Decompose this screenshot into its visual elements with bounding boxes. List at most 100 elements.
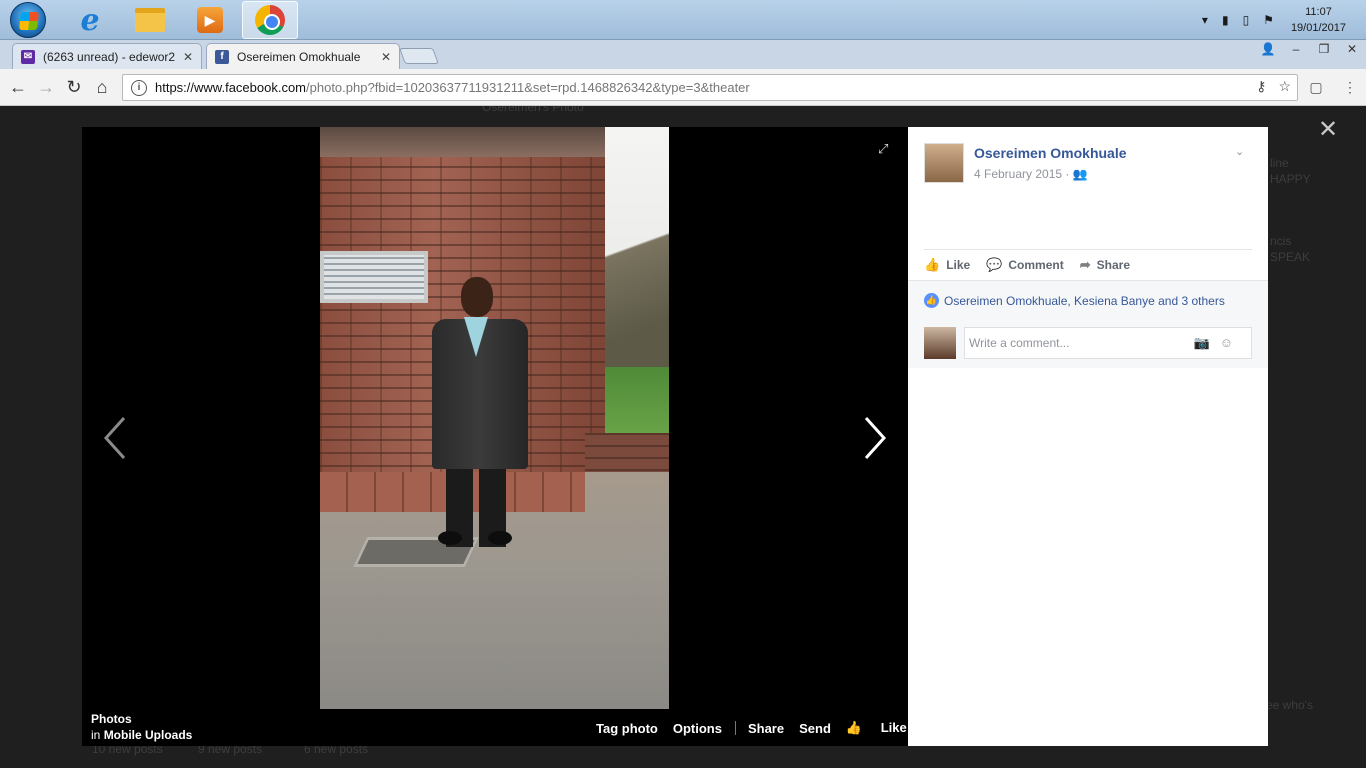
internet-explorer-icon: e (80, 2, 100, 38)
previous-photo-button[interactable] (100, 413, 130, 463)
camera-icon[interactable]: 📷 (1194, 335, 1220, 350)
share-arrow-icon: ➦ (1079, 257, 1091, 272)
profile-icon[interactable]: 👤 (1254, 40, 1282, 58)
comment-label: Comment (1008, 258, 1064, 272)
next-photo-button[interactable] (860, 413, 890, 463)
browser-toolbar: ← → ↻ ⌂ i https://www.facebook.com/photo… (0, 69, 1366, 106)
restore-button[interactable]: ❐ (1310, 40, 1338, 58)
clock-date: 19/01/2017 (1290, 22, 1346, 34)
url-path: /photo.php?fbid=10203637711931211&set=rp… (306, 80, 750, 95)
reload-button[interactable]: ↻ (62, 75, 86, 99)
like-label: Like (946, 258, 971, 272)
facebook-icon: f (215, 49, 229, 64)
share-label: Share (1096, 258, 1130, 272)
key-icon[interactable]: ⚷ (1256, 78, 1266, 95)
emoji-icon[interactable]: ☺ (1220, 335, 1243, 350)
post-date[interactable]: 4 February 2015 · 👥 (974, 167, 1088, 181)
house-roof (605, 167, 669, 397)
person-head (461, 277, 493, 317)
photo-actions: Tag photo Options Share Send 👍 Like (596, 719, 937, 737)
taskbar-internet-explorer[interactable]: e (62, 1, 118, 39)
folder-icon (135, 8, 165, 32)
thumbs-up-icon: 👍 (845, 720, 863, 735)
chevron-left-icon (103, 416, 126, 460)
fullscreen-icon[interactable]: ⤢ (878, 141, 894, 157)
close-theater-button[interactable]: ✕ (1318, 115, 1338, 144)
divider (924, 249, 1252, 250)
ghost-text: SPEAK (1270, 250, 1311, 264)
options-button[interactable]: Options (673, 721, 722, 736)
chevron-right-icon (864, 416, 887, 460)
commenter-avatar (924, 327, 956, 359)
chrome-menu-icon[interactable]: ⋮ (1340, 77, 1360, 97)
start-button[interactable] (0, 1, 56, 39)
like-label: Like (880, 720, 907, 735)
comment-icon: 💬 (986, 257, 1003, 272)
url-text[interactable]: https://www.facebook.com/photo.php?fbid=… (155, 80, 750, 95)
ghost-text: ncis (1270, 234, 1292, 248)
show-hidden-icons-icon[interactable]: ▾ (1202, 13, 1208, 27)
tab-facebook[interactable]: f Osereimen Omokhuale ✕ (206, 43, 400, 69)
site-info-icon[interactable]: i (131, 79, 147, 96)
close-tab-icon[interactable]: ✕ (381, 50, 391, 64)
windows-taskbar: e ▶ ▾ ▮ ▯ ⚑ 11:07 19/01/2017 (0, 0, 1366, 40)
chrome-icon (255, 5, 285, 35)
window-vent (320, 251, 428, 303)
system-tray: ▾ ▮ ▯ ⚑ 11:07 19/01/2017 (1195, 0, 1366, 40)
comment-input[interactable]: Write a comment... 📷☺ (964, 327, 1252, 359)
signal-icon[interactable]: ▮ (1222, 13, 1229, 27)
author-avatar[interactable] (924, 143, 964, 183)
clock-time: 11:07 (1305, 6, 1332, 18)
system-clock[interactable]: 11:07 19/01/2017 (1291, 4, 1346, 36)
comment-placeholder: Write a comment... (969, 336, 1070, 350)
url-host: https://www.facebook.com (155, 80, 307, 95)
album-link[interactable]: Photos (91, 712, 132, 726)
power-icon[interactable]: ▯ (1243, 13, 1250, 27)
likes-text: Osereimen Omokhuale, Kesiena Banye and 3… (944, 293, 1225, 308)
post-like-button[interactable]: 👍 Like (924, 257, 970, 273)
chevron-down-icon[interactable]: ⌄ (1235, 145, 1244, 158)
tab-yahoo-mail[interactable]: ✉ (6263 unread) - edewor2 ✕ (12, 43, 202, 69)
send-button[interactable]: Send (799, 721, 831, 736)
post-panel: Osereimen Omokhuale 4 February 2015 · 👥 … (908, 127, 1268, 746)
tab-strip (0, 40, 1366, 69)
comment-row: Write a comment... 📷☺ (924, 327, 1252, 359)
tab-title: Osereimen Omokhuale (237, 49, 361, 64)
divider (734, 721, 736, 735)
porch-roof (320, 127, 605, 157)
windows-logo-icon (10, 2, 46, 38)
photo[interactable] (320, 127, 669, 709)
author-name[interactable]: Osereimen Omokhuale (974, 145, 1127, 161)
ghost-text: line (1270, 156, 1289, 170)
flag-icon[interactable]: ⚑ (1263, 13, 1274, 27)
minimize-button[interactable]: – (1282, 40, 1310, 58)
new-tab-button[interactable] (399, 48, 439, 64)
photo-caption: Photos in Mobile Uploads (91, 711, 192, 743)
close-tab-icon[interactable]: ✕ (183, 50, 193, 64)
close-window-button[interactable]: ✕ (1338, 40, 1366, 58)
taskbar-chrome[interactable] (242, 1, 298, 39)
share-button[interactable]: Share (748, 721, 784, 736)
bookmark-star-icon[interactable]: ☆ (1278, 78, 1291, 95)
mobile-uploads-link[interactable]: Mobile Uploads (104, 728, 193, 742)
taskbar-media-player[interactable]: ▶ (182, 1, 238, 39)
post-share-button[interactable]: ➦ Share (1080, 257, 1130, 273)
post-actions: 👍 Like 💬 Comment ➦ Share (924, 257, 1146, 273)
like-badge-icon: 👍 (924, 293, 939, 308)
home-button[interactable]: ⌂ (90, 75, 114, 99)
ghost-text: Osereimen's Photo (482, 106, 584, 114)
tag-photo-button[interactable]: Tag photo (596, 721, 658, 736)
taskbar-file-explorer[interactable] (122, 1, 178, 39)
likes-summary[interactable]: 👍 Osereimen Omokhuale, Kesiena Banye and… (924, 293, 1225, 308)
back-button[interactable]: ← (6, 75, 30, 99)
post-date-text: 4 February 2015 (974, 167, 1063, 181)
reactions-section: 👍 Osereimen Omokhuale, Kesiena Banye and… (908, 280, 1268, 368)
media-player-icon: ▶ (197, 7, 223, 33)
yahoo-mail-icon: ✉ (21, 49, 35, 64)
forward-button[interactable]: → (34, 75, 58, 99)
friends-audience-icon[interactable]: 👥 (1073, 167, 1088, 181)
extension-icon[interactable]: ▢ (1306, 77, 1326, 97)
address-bar[interactable]: i https://www.facebook.com/photo.php?fbi… (122, 74, 1298, 101)
post-comment-button[interactable]: 💬 Comment (986, 257, 1064, 273)
person-shoe (438, 531, 462, 545)
